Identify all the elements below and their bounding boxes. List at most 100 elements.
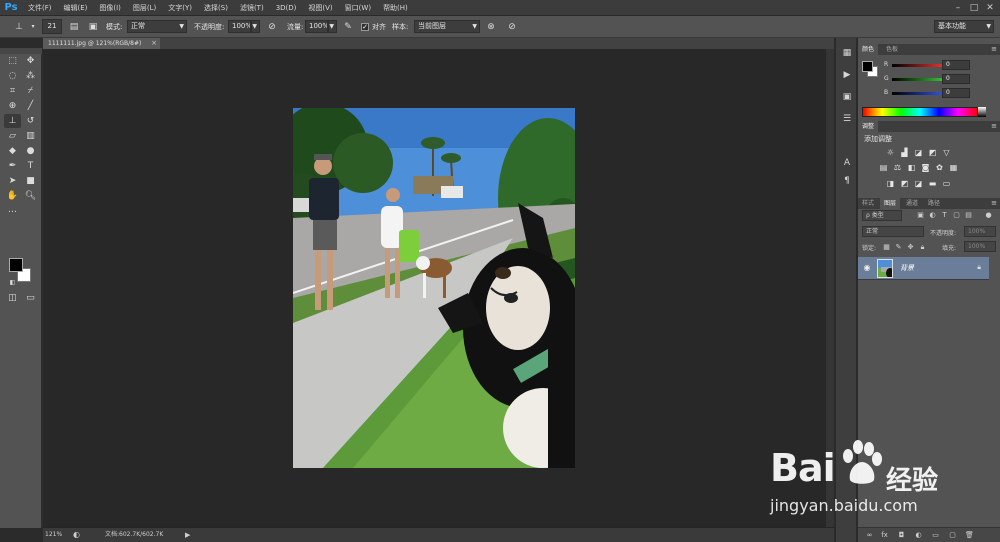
aligned-checkbox[interactable]: ✓: [361, 23, 369, 31]
layer-opacity-input[interactable]: 100%: [964, 226, 996, 237]
tab-color[interactable]: 颜色: [858, 44, 879, 55]
eraser-tool-icon[interactable]: ▱: [4, 129, 21, 143]
tab-adjustments[interactable]: 调整: [858, 121, 879, 132]
lock-position-icon[interactable]: ✥: [906, 242, 915, 252]
actions-panel-icon[interactable]: ▶: [839, 68, 855, 82]
opacity-input[interactable]: 100%: [228, 20, 251, 33]
channel-mixer-icon[interactable]: ✿: [934, 163, 945, 173]
new-group-icon[interactable]: ▭: [930, 530, 941, 541]
exposure-icon[interactable]: ◩: [927, 148, 938, 158]
lock-all-icon[interactable]: 🔒︎: [918, 242, 927, 252]
maximize-button[interactable]: □: [966, 0, 982, 16]
black-white-icon[interactable]: ◧: [906, 163, 917, 173]
layer-filter-type-select[interactable]: ρ 类型: [862, 210, 902, 221]
menu-layer[interactable]: 图层(L): [127, 0, 162, 16]
panel-menu-icon[interactable]: ≡: [991, 121, 997, 132]
paragraph-panel-icon[interactable]: ¶: [839, 174, 855, 188]
blue-slider[interactable]: [892, 92, 942, 95]
foreground-color-swatch[interactable]: [9, 258, 23, 272]
link-layers-icon[interactable]: ∞: [864, 530, 875, 541]
photo-filter-icon[interactable]: ◙: [920, 163, 931, 173]
menu-select[interactable]: 选择(S): [198, 0, 234, 16]
panel-menu-icon[interactable]: ≡: [991, 198, 997, 209]
opacity-dropdown[interactable]: ▼: [251, 20, 260, 33]
default-colors-icon[interactable]: ◧: [4, 276, 21, 290]
history-panel-icon[interactable]: ▦: [839, 46, 855, 60]
rotate-view-icon[interactable]: …: [4, 203, 21, 217]
layer-row-background[interactable]: ◉ 背景 🔒︎: [858, 257, 989, 280]
minimize-button[interactable]: –: [950, 0, 966, 16]
status-info-icon[interactable]: ◐: [73, 528, 80, 542]
tool-preset-dropdown-icon[interactable]: ▾: [26, 20, 40, 34]
rectangle-tool-icon[interactable]: ■: [22, 174, 39, 188]
curves-icon[interactable]: ◪: [913, 148, 924, 158]
move-tool-icon[interactable]: ✥: [22, 54, 39, 68]
character-panel-icon[interactable]: A: [839, 156, 855, 170]
tab-paths[interactable]: 路径: [924, 198, 944, 209]
red-value-input[interactable]: 0: [942, 60, 970, 70]
type-tool-icon[interactable]: T: [22, 159, 39, 173]
menu-image[interactable]: 图像(I): [93, 0, 127, 16]
green-value-input[interactable]: 0: [942, 74, 970, 84]
zoom-level[interactable]: 121%: [45, 528, 62, 542]
info-panel-icon[interactable]: ☰: [839, 112, 855, 126]
menu-file[interactable]: 文件(F): [22, 0, 58, 16]
color-lookup-icon[interactable]: ▦: [948, 163, 959, 173]
menu-3d[interactable]: 3D(D): [270, 0, 303, 16]
magic-wand-tool-icon[interactable]: ⁂: [22, 69, 39, 83]
gradient-map-icon[interactable]: ▭: [941, 179, 952, 189]
brightness-contrast-icon[interactable]: ☼: [885, 148, 896, 158]
black-white-ramp[interactable]: [978, 107, 986, 117]
panel-foreground-swatch[interactable]: [862, 61, 873, 72]
brush-tool-icon[interactable]: ╱: [22, 99, 39, 113]
brush-size-picker[interactable]: 21: [42, 19, 62, 34]
levels-icon[interactable]: ▟: [899, 148, 910, 158]
menu-help[interactable]: 帮助(H): [377, 0, 414, 16]
flow-input[interactable]: 100%: [305, 20, 328, 33]
flow-dropdown[interactable]: ▼: [328, 20, 337, 33]
threshold-icon[interactable]: ◪: [913, 179, 924, 189]
close-button[interactable]: ✕: [982, 0, 998, 16]
menu-window[interactable]: 窗口(W): [339, 0, 377, 16]
lock-transparency-icon[interactable]: ▦: [882, 242, 891, 252]
posterize-icon[interactable]: ◩: [899, 179, 910, 189]
invert-icon[interactable]: ◨: [885, 179, 896, 189]
pressure-size-icon[interactable]: ⊘: [505, 20, 519, 34]
menu-edit[interactable]: 编辑(E): [58, 0, 94, 16]
hue-saturation-icon[interactable]: ▤: [878, 163, 889, 173]
ignore-adjustment-layers-icon[interactable]: ⊗: [484, 20, 498, 34]
menu-type[interactable]: 文字(Y): [162, 0, 198, 16]
pressure-opacity-icon[interactable]: ⊘: [265, 20, 279, 34]
color-spectrum-ramp[interactable]: [862, 107, 978, 117]
menu-filter[interactable]: 滤镜(T): [234, 0, 270, 16]
filter-shape-icon[interactable]: ▢: [952, 210, 961, 220]
clone-stamp-tool-icon[interactable]: ⊥: [12, 20, 26, 34]
green-slider[interactable]: [892, 78, 942, 81]
dodge-tool-icon[interactable]: ●: [22, 144, 39, 158]
layer-fill-input[interactable]: 100%: [964, 241, 996, 252]
delete-layer-icon[interactable]: 🗑︎: [964, 530, 975, 541]
tab-swatches[interactable]: 色板: [882, 44, 902, 55]
clone-stamp-tool-icon[interactable]: ⊥: [4, 114, 21, 128]
screen-mode-icon[interactable]: ▭: [22, 291, 39, 305]
lock-pixels-icon[interactable]: ✎: [894, 242, 903, 252]
brush-panel-toggle-icon[interactable]: ▤: [67, 20, 81, 34]
filter-type-icon[interactable]: T: [940, 210, 949, 220]
panel-menu-icon[interactable]: ≡: [991, 44, 997, 55]
layer-style-icon[interactable]: fx: [879, 530, 890, 541]
pen-tool-icon[interactable]: ✒: [4, 159, 21, 173]
properties-panel-icon[interactable]: ▣: [839, 90, 855, 104]
zoom-tool-icon[interactable]: 🔍︎: [22, 189, 39, 203]
filter-adjustment-icon[interactable]: ◐: [928, 210, 937, 220]
tab-layers[interactable]: 图层: [880, 198, 901, 209]
history-brush-tool-icon[interactable]: ↺: [22, 114, 39, 128]
crop-tool-icon[interactable]: ⌗: [4, 84, 21, 98]
document-image[interactable]: [293, 108, 575, 468]
menu-view[interactable]: 视图(V): [302, 0, 338, 16]
close-tab-icon[interactable]: ×: [151, 38, 157, 49]
clone-source-panel-icon[interactable]: ▣: [86, 20, 100, 34]
selective-color-icon[interactable]: ▬: [927, 179, 938, 189]
quick-mask-icon[interactable]: ◫: [4, 291, 21, 305]
eyedropper-tool-icon[interactable]: ⌿: [22, 84, 39, 98]
layer-blend-mode-select[interactable]: 正常: [862, 226, 924, 237]
